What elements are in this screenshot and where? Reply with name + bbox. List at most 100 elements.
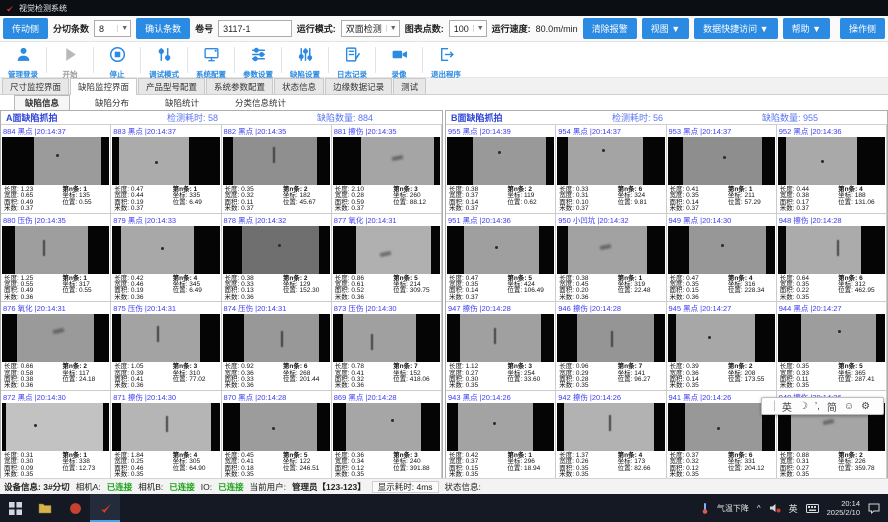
ime-language-indicator[interactable]: 英 — [789, 502, 798, 515]
admin-login-button[interactable]: 管理登录 — [0, 43, 46, 77]
material-strip — [343, 314, 416, 362]
defect-card[interactable]: 877 氧化 |20:14:31长度: 0.86宽度: 0.61面积: 0.52… — [332, 214, 442, 303]
help-menu-button[interactable]: 帮助 ▼ — [783, 18, 830, 39]
notification-center-icon[interactable] — [868, 503, 880, 514]
defect-info-left: 长度: 0.45宽度: 0.41面积: 0.18米数: 0.35 — [225, 453, 283, 479]
defect-card[interactable]: 950 小凹坑 |20:14:32长度: 0.38宽度: 0.45面积: 0.2… — [556, 214, 666, 303]
defect-card[interactable]: 872 黑点 |20:14:30长度: 0.31宽度: 0.30面积: 0.09… — [1, 391, 111, 480]
defect-mark — [721, 244, 724, 247]
slit-count-select[interactable]: 8 ▼ — [94, 20, 131, 37]
tab-产品型号配置[interactable]: 产品型号配置 — [138, 78, 205, 94]
defect-info-right: 第n条: 2坐标: 182位置: 45.67 — [283, 187, 329, 213]
defect-info-left: 长度: 1.05宽度: 0.39面积: 0.41米数: 0.36 — [114, 364, 172, 390]
clear-alarm-button[interactable]: 清除报警 — [583, 18, 637, 39]
tab-状态信息[interactable]: 状态信息 — [274, 78, 324, 94]
ime-drag-handle[interactable]: ▕ — [768, 401, 775, 412]
defect-card[interactable]: 945 黑点 |20:14:27长度: 0.39宽度: 0.36面积: 0.14… — [667, 302, 777, 391]
debug-mode-button[interactable]: 调试模式 — [141, 43, 187, 77]
weather-text[interactable]: 气温下降 — [717, 503, 749, 514]
ime-moon-icon[interactable]: ☽ — [799, 401, 808, 412]
defect-card[interactable]: 944 黑点 |20:14:27长度: 0.35宽度: 0.33面积: 0.11… — [777, 302, 887, 391]
defect-card[interactable]: 878 黑点 |20:14:32长度: 0.38宽度: 0.33面积: 0.13… — [222, 214, 332, 303]
defect-card[interactable]: 943 黑点 |20:14:26长度: 0.42宽度: 0.37面积: 0.15… — [446, 391, 556, 480]
defect-card[interactable]: 874 压伤 |20:14:31长度: 0.92宽度: 0.36面积: 0.33… — [222, 302, 332, 391]
thermometer-icon — [701, 502, 709, 514]
tab-系统参数配置[interactable]: 系统参数配置 — [206, 78, 273, 94]
defect-card[interactable]: 955 黑点 |20:14:39长度: 0.38宽度: 0.37面积: 0.14… — [446, 125, 556, 214]
speaker-muted-icon[interactable] — [769, 503, 781, 513]
exit-program-button[interactable]: 退出程序 — [423, 43, 469, 77]
defect-card[interactable]: 947 擦伤 |20:14:28长度: 1.12宽度: 0.27面积: 0.30… — [446, 302, 556, 391]
roll-number-input[interactable]: 3117-1 — [218, 20, 292, 37]
info-line: 米数: 0.36 — [559, 295, 617, 301]
defect-card[interactable]: 871 擦伤 |20:14:30长度: 1.84宽度: 0.25面积: 0.46… — [111, 391, 221, 480]
tab-缺陷监控界面[interactable]: 缺陷监控界面 — [70, 78, 137, 95]
taskbar-clock[interactable]: 20:14 2025/2/10 — [827, 499, 860, 517]
defect-card[interactable]: 942 擦伤 |20:14:26长度: 1.37宽度: 0.26面积: 0.35… — [556, 391, 666, 480]
video-record-button[interactable]: 录像 — [376, 43, 422, 77]
defect-info-left: 长度: 0.39宽度: 0.36面积: 0.14米数: 0.35 — [670, 364, 728, 390]
defect-card[interactable]: 954 黑点 |20:14:37长度: 0.33宽度: 0.31面积: 0.10… — [556, 125, 666, 214]
defect-card[interactable]: 881 擦伤 |20:14:35长度: 2.10宽度: 0.28面积: 0.59… — [332, 125, 442, 214]
ime-lang-en[interactable]: 英 — [782, 399, 792, 414]
defect-card[interactable]: 953 黑点 |20:14:37长度: 0.41宽度: 0.35面积: 0.14… — [667, 125, 777, 214]
defect-mark — [838, 330, 841, 333]
defect-mark — [717, 427, 720, 430]
ime-settings-icon[interactable]: ⚙ — [861, 401, 870, 412]
subtab-缺陷信息[interactable]: 缺陷信息 — [14, 95, 70, 111]
param-settings-button[interactable]: 参数设置 — [235, 43, 281, 77]
defect-card-header: 955 黑点 |20:14:39 — [446, 125, 555, 137]
data-quick-access-button[interactable]: 数据快捷访问 ▼ — [694, 18, 777, 39]
defect-card[interactable]: 946 擦伤 |20:14:28长度: 0.96宽度: 0.29面积: 0.28… — [556, 302, 666, 391]
tab-边缘数据记录[interactable]: 边缘数据记录 — [325, 78, 392, 94]
start-button[interactable] — [0, 494, 30, 522]
tab-测试[interactable]: 测试 — [393, 78, 426, 94]
run-mode-select[interactable]: 双面检测 ▼ — [341, 20, 400, 37]
defect-card-header: 953 黑点 |20:14:37 — [667, 125, 776, 137]
defect-card[interactable]: 884 黑点 |20:14:37长度: 1.23宽度: 0.65面积: 0.49… — [1, 125, 111, 214]
defect-card[interactable]: 883 黑点 |20:14:37长度: 0.47宽度: 0.44面积: 0.19… — [111, 125, 221, 214]
ime-emoji-icon[interactable]: ☺ — [844, 401, 854, 412]
keyboard-icon[interactable] — [806, 504, 819, 513]
defect-card[interactable]: 869 黑点 |20:14:28长度: 0.36宽度: 0.34面积: 0.12… — [332, 391, 442, 480]
defect-card[interactable]: 876 氧化 |20:14:31长度: 0.66宽度: 0.58面积: 0.38… — [1, 302, 111, 391]
defect-card[interactable]: 882 黑点 |20:14:35长度: 0.35宽度: 0.32面积: 0.11… — [222, 125, 332, 214]
taskbar-app-red[interactable] — [60, 494, 90, 522]
defect-card[interactable]: 949 黑点 |20:14:30 长度: 0.47宽度: 0.35面积: 0.15… — [667, 214, 777, 303]
ime-punct-icon[interactable]: ’, — [815, 401, 820, 412]
defect-info-right: 第n条: 5坐标: 214位置: 309.75 — [393, 276, 439, 302]
defect-card[interactable]: 880 压伤 |20:14:35长度: 1.25宽度: 0.55面积: 0.49… — [1, 214, 111, 303]
drive-side-button[interactable]: 传动侧 — [3, 18, 48, 39]
defect-card[interactable]: 879 黑点 |20:14:33长度: 0.42宽度: 0.46面积: 0.19… — [111, 214, 221, 303]
log-record-button[interactable]: 日志记录 — [329, 43, 375, 77]
defect-card-header: 947 擦伤 |20:14:28 — [446, 302, 555, 314]
defect-settings-button[interactable]: 缺陷设置 — [282, 43, 328, 77]
confirm-count-button[interactable]: 确认条数 — [136, 18, 190, 39]
tray-expand-chevron[interactable]: ^ — [757, 504, 761, 513]
defect-card[interactable]: 951 黑点 |20:14:36长度: 0.47宽度: 0.35面积: 0.14… — [446, 214, 556, 303]
defect-card[interactable]: 952 黑点 |20:14:36长度: 0.44宽度: 0.38面积: 0.17… — [777, 125, 887, 214]
stop-button[interactable]: 停止 — [94, 43, 140, 77]
defect-card[interactable]: 875 压伤 |20:14:31长度: 1.05宽度: 0.39面积: 0.41… — [111, 302, 221, 391]
material-strip — [346, 403, 421, 451]
ime-simplified[interactable]: 简 — [827, 399, 837, 414]
start-button[interactable]: 开始 — [47, 43, 93, 77]
tab-尺寸监控界面[interactable]: 尺寸监控界面 — [2, 78, 69, 94]
defect-card[interactable]: 870 黑点 |20:14:28长度: 0.45宽度: 0.41面积: 0.18… — [222, 391, 332, 480]
taskbar-app-vision-system[interactable] — [90, 494, 120, 522]
operate-side-button[interactable]: 操作侧 — [840, 18, 885, 39]
info-line: 米数: 0.36 — [4, 295, 62, 301]
info-line: 位置: 82.66 — [618, 466, 664, 472]
system-config-button[interactable]: 系统配置 — [188, 43, 234, 77]
defect-card[interactable]: 948 擦伤 |20:14:28长度: 0.64宽度: 0.35面积: 0.22… — [777, 214, 887, 303]
subtab-分类信息统计[interactable]: 分类信息统计 — [224, 95, 297, 111]
panel-header: A面缺陷抓拍检测耗时: 58缺陷数量: 884 — [1, 111, 442, 125]
taskbar-app-explorer[interactable] — [30, 494, 60, 522]
subtab-缺陷分布[interactable]: 缺陷分布 — [84, 95, 140, 111]
defect-card-header: 949 黑点 |20:14:30 — [667, 214, 776, 226]
subtab-缺陷统计[interactable]: 缺陷统计 — [154, 95, 210, 111]
view-menu-button[interactable]: 视图 ▼ — [642, 18, 689, 39]
defect-card[interactable]: 873 压伤 |20:14:30长度: 0.78宽度: 0.41面积: 0.32… — [332, 302, 442, 391]
chart-points-select[interactable]: 100 ▼ — [449, 20, 487, 37]
defect-info-left: 长度: 0.47宽度: 0.35面积: 0.15米数: 0.36 — [670, 276, 728, 302]
